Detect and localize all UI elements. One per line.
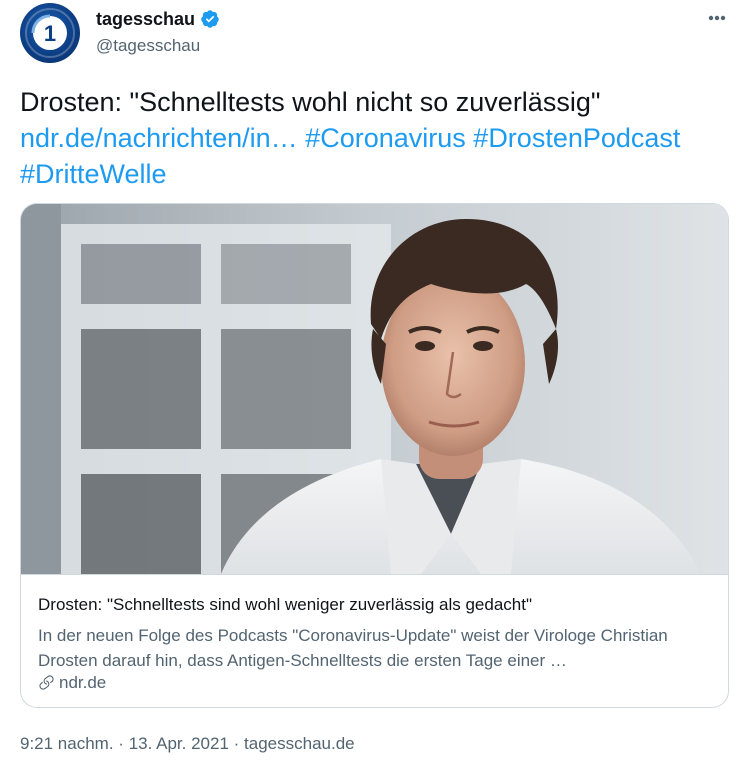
tweet: 1 tagesschau @tagesschau Drosten: "Schne… <box>0 0 749 764</box>
card-domain[interactable]: ndr.de <box>38 673 106 693</box>
card-title[interactable]: Drosten: "Schnelltests sind wohl weniger… <box>38 595 532 615</box>
link-icon <box>39 675 54 690</box>
tagesschau-logo-icon: 1 <box>25 8 75 58</box>
tweet-date[interactable]: 13. Apr. 2021 <box>129 734 229 753</box>
separator: · <box>118 734 124 753</box>
author-handle[interactable]: @tagesschau <box>96 36 200 56</box>
hashtag-coronavirus[interactable]: #Coronavirus <box>305 123 466 153</box>
tweet-text: Drosten: "Schnelltests wohl nicht so zuv… <box>20 84 735 192</box>
card-image[interactable] <box>21 204 728 575</box>
avatar[interactable]: 1 <box>20 3 80 63</box>
card-photo-portrait <box>21 204 728 574</box>
tweet-timestamp: 9:21 nachm. · 13. Apr. 2021 · tagesschau… <box>20 734 355 754</box>
separator: · <box>233 734 240 753</box>
hashtag-drittewelle[interactable]: #DritteWelle <box>20 159 167 189</box>
card-description: In der neuen Folge des Podcasts "Coronav… <box>38 626 668 670</box>
tweet-body: Drosten: "Schnelltests wohl nicht so zuv… <box>20 87 601 117</box>
tweet-source[interactable]: tagesschau.de <box>244 734 355 753</box>
more-options-icon[interactable] <box>702 7 732 29</box>
tweet-link[interactable]: ndr.de/nachrichten/in… <box>20 123 298 153</box>
verified-badge-icon <box>201 10 219 28</box>
tweet-time[interactable]: 9:21 nachm. <box>20 734 114 753</box>
link-preview-card[interactable]: Drosten: "Schnelltests sind wohl weniger… <box>20 203 729 708</box>
author-name[interactable]: tagesschau <box>96 9 195 30</box>
svg-text:1: 1 <box>44 21 56 46</box>
card-domain-text: ndr.de <box>59 673 107 692</box>
hashtag-drostenpodcast[interactable]: #DrostenPodcast <box>473 123 680 153</box>
